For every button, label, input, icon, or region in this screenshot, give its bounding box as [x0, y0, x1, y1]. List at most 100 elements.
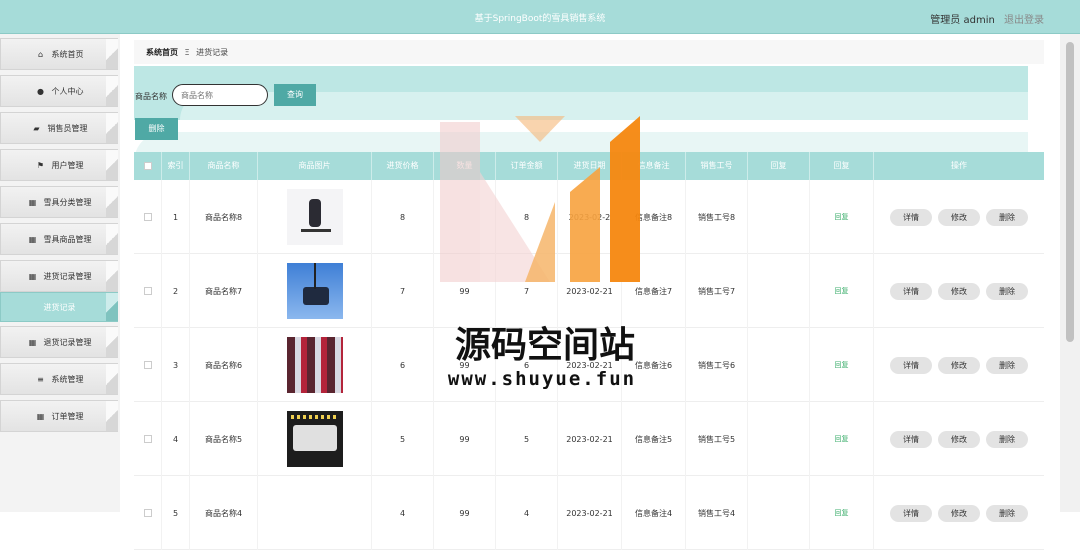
reply-link[interactable]: 回复: [835, 212, 849, 222]
cell-sales-no: 销售工号6: [686, 328, 748, 402]
scrollbar-thumb[interactable]: [1066, 42, 1074, 342]
product-image[interactable]: [286, 337, 343, 393]
delete-selected-button[interactable]: 删除: [135, 118, 178, 140]
cell-name: 商品名称5: [190, 402, 258, 476]
edit-button[interactable]: 修改: [938, 356, 980, 374]
sidebar-item-label: 雪具商品管理: [43, 234, 92, 244]
column-header: 进货价格: [372, 152, 434, 180]
sidebar-item-products[interactable]: ▦ 雪具商品管理: [0, 223, 118, 255]
row-checkbox-cell[interactable]: [134, 180, 162, 254]
row-checkbox[interactable]: [143, 213, 152, 221]
sidebar-item-returns[interactable]: ▦ 退货记录管理: [0, 326, 118, 358]
cell-image: [258, 402, 372, 476]
reply-link[interactable]: 回复: [835, 360, 849, 370]
row-checkbox[interactable]: [143, 435, 152, 443]
product-image[interactable]: [286, 189, 343, 245]
reply-link[interactable]: 回复: [835, 286, 849, 296]
reply-link[interactable]: 回复: [835, 434, 849, 444]
select-all-cell[interactable]: [134, 152, 162, 180]
grid-icon: ▦: [28, 234, 37, 244]
detail-button[interactable]: 详情: [890, 356, 932, 374]
edit-button[interactable]: 修改: [938, 504, 980, 522]
cell-date: 2023-02-21: [558, 476, 622, 550]
grid-icon: ▦: [28, 197, 37, 207]
search-input[interactable]: [172, 84, 268, 106]
row-checkbox-cell[interactable]: [134, 328, 162, 402]
main-content: 系统首页 Ξ 进货记录 商品名称 查询 删除 索引 商品名称 商品图片 进货价格…: [120, 34, 1060, 550]
row-checkbox[interactable]: [143, 361, 152, 369]
table-row: 1 商品名称8 8 8 2023-02-2 信息备注8 销售工号8 回复 详情 …: [134, 180, 1044, 254]
sidebar-item-label: 用户管理: [51, 160, 84, 170]
reply-link[interactable]: 回复: [835, 508, 849, 518]
cell-actions: 详情 修改 删除: [874, 402, 1044, 476]
cell-name: 商品名称4: [190, 476, 258, 550]
delete-button[interactable]: 删除: [986, 504, 1028, 522]
select-all-checkbox[interactable]: [143, 161, 152, 170]
cell-note: 信息备注8: [622, 180, 686, 254]
menu-icon: ≡: [37, 374, 44, 384]
vertical-scrollbar[interactable]: [1060, 34, 1080, 512]
cell-price: 5: [372, 402, 434, 476]
cell-actions: 详情 修改 删除: [874, 180, 1044, 254]
delete-button[interactable]: 删除: [986, 356, 1028, 374]
product-image[interactable]: [286, 411, 343, 467]
row-checkbox-cell[interactable]: [134, 476, 162, 550]
column-header: 回复: [810, 152, 874, 180]
cell-image: [258, 328, 372, 402]
column-header: 商品图片: [258, 152, 372, 180]
row-checkbox[interactable]: [143, 287, 152, 295]
sidebar-item-users[interactable]: ⚑ 用户管理: [0, 149, 118, 181]
column-header: 操作: [951, 161, 967, 170]
delete-button[interactable]: 删除: [986, 430, 1028, 448]
delete-button[interactable]: 删除: [986, 282, 1028, 300]
cell-date: 2023-02-2: [558, 180, 622, 254]
edit-button[interactable]: 修改: [938, 208, 980, 226]
edit-button[interactable]: 修改: [938, 282, 980, 300]
cell-price: 8: [372, 180, 434, 254]
sidebar-item-purchase-records[interactable]: 进货记录: [0, 292, 118, 322]
column-header: 进货日期: [558, 152, 622, 180]
product-image[interactable]: [287, 485, 343, 541]
column-header: 销售工号: [686, 152, 748, 180]
sidebar-item-profile[interactable]: ● 个人中心: [0, 75, 118, 107]
breadcrumb-separator: Ξ: [184, 48, 190, 57]
cell-actions: 详情 修改 删除: [874, 476, 1044, 550]
briefcase-icon: ▰: [33, 123, 40, 133]
row-checkbox[interactable]: [143, 509, 152, 517]
watermark-text: 源码空间站: [454, 325, 635, 366]
row-checkbox-cell[interactable]: [134, 254, 162, 328]
cell-reply: [748, 328, 810, 402]
row-checkbox-cell[interactable]: [134, 402, 162, 476]
product-image[interactable]: [286, 263, 343, 319]
sidebar-item-system[interactable]: ≡ 系统管理: [0, 363, 118, 395]
detail-button[interactable]: 详情: [890, 282, 932, 300]
grid-icon: ▦: [36, 411, 45, 421]
logout-link[interactable]: 退出登录: [1004, 15, 1044, 26]
cell-amount: 5: [496, 402, 558, 476]
sidebar-item-salesperson[interactable]: ▰ 销售员管理: [0, 112, 118, 144]
cell-index: 2: [162, 254, 190, 328]
sidebar-item-label: 雪具分类管理: [43, 197, 92, 207]
cell-reply-link: 回复: [810, 476, 874, 550]
sidebar-item-purchase-mgmt[interactable]: ▦ 进货记录管理: [0, 260, 118, 292]
column-header: 回复: [748, 152, 810, 180]
sidebar-item-category[interactable]: ▦ 雪具分类管理: [0, 186, 118, 218]
user-icon: ●: [37, 86, 44, 96]
detail-button[interactable]: 详情: [890, 504, 932, 522]
cell-reply: [748, 180, 810, 254]
grid-icon: ▦: [28, 271, 37, 281]
edit-button[interactable]: 修改: [938, 430, 980, 448]
cell-index: 4: [162, 402, 190, 476]
search-button[interactable]: 查询: [274, 84, 316, 106]
table-row: 4 商品名称5 5 99 5 2023-02-21 信息备注5 销售工号5 回复…: [134, 402, 1044, 476]
detail-button[interactable]: 详情: [890, 430, 932, 448]
sidebar-item-home[interactable]: ⌂ 系统首页: [0, 38, 118, 70]
column-header: 数量: [434, 152, 496, 180]
column-header: 信息备注: [622, 152, 686, 180]
delete-button[interactable]: 删除: [986, 208, 1028, 226]
cell-sales-no: 销售工号8: [686, 180, 748, 254]
sidebar-item-orders[interactable]: ▦ 订单管理: [0, 400, 118, 432]
cell-amount: 8: [496, 180, 558, 254]
detail-button[interactable]: 详情: [890, 208, 932, 226]
breadcrumb-home[interactable]: 系统首页: [146, 48, 178, 57]
